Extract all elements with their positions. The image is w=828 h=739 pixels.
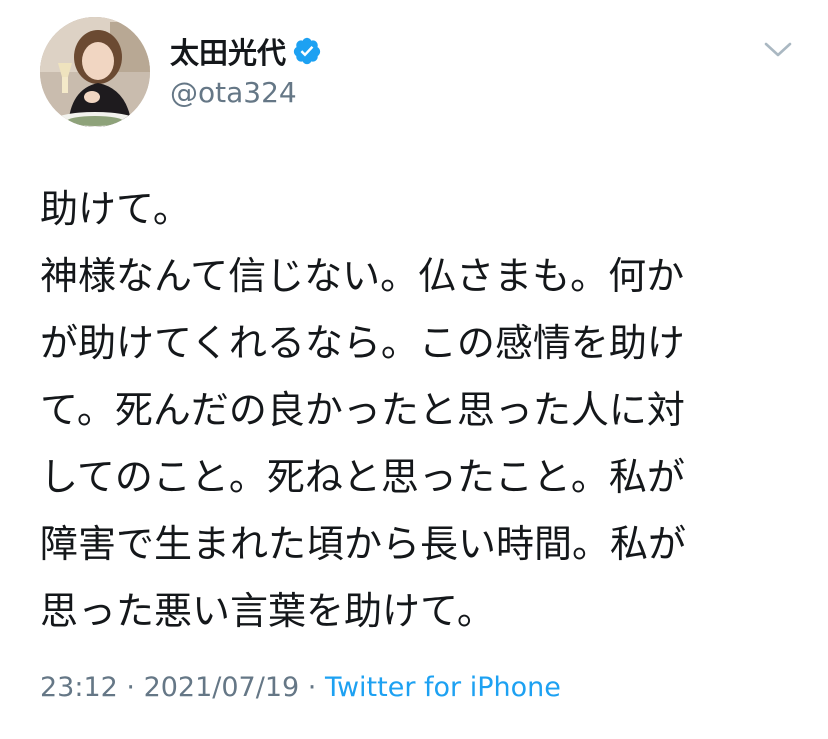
tweet-text: 助けて。 神様なんて信じない。仏さまも。何か が助けてくれるなら。この感情を助け… bbox=[40, 176, 790, 645]
tweet-text-line: 神様なんて信じない。仏さまも。何か bbox=[40, 254, 685, 298]
tweet-text-line: 障害で生まれた頃から長い時間。私が bbox=[40, 522, 687, 566]
tweet-text-line: が助けてくれるなら。この感情を助け bbox=[40, 321, 685, 365]
handle[interactable]: @ota324 bbox=[170, 76, 730, 109]
tweet-text-line: 助けて。 bbox=[40, 187, 191, 231]
tweet-source-link[interactable]: Twitter for iPhone bbox=[325, 672, 561, 703]
display-name[interactable]: 太田光代 bbox=[170, 30, 286, 72]
name-row: 太田光代 bbox=[170, 30, 730, 72]
author-block: 太田光代 @ota324 bbox=[170, 30, 730, 109]
tweet-meta: 23:12 · 2021/07/19 · Twitter for iPhone bbox=[40, 672, 561, 703]
verified-badge-icon bbox=[292, 36, 322, 66]
tweet-text-line: してのこと。死ねと思ったこと。私が bbox=[40, 455, 685, 499]
meta-separator: · bbox=[299, 672, 325, 703]
tweet-date[interactable]: 2021/07/19 bbox=[144, 672, 300, 703]
avatar[interactable] bbox=[40, 17, 150, 127]
tweet-text-line: て。死んだの良かったと思った人に対 bbox=[40, 388, 685, 432]
tweet-time[interactable]: 23:12 bbox=[40, 672, 118, 703]
chevron-down-icon[interactable] bbox=[760, 38, 796, 62]
tweet-text-line: 思った悪い言葉を助けて。 bbox=[40, 589, 495, 633]
meta-separator: · bbox=[117, 672, 144, 703]
tweet: 太田光代 @ota324 助けて。 神様なんて信じない。仏さまも。何か が助けて… bbox=[0, 0, 828, 739]
